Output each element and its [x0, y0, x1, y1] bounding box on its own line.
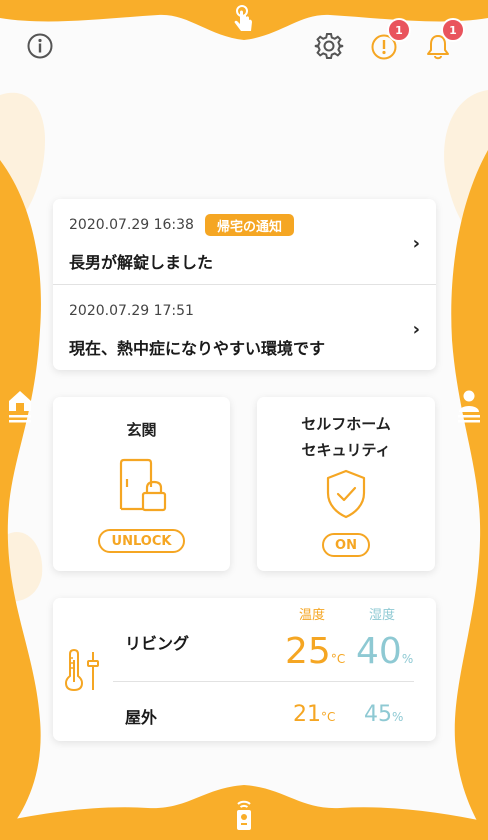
security-tile[interactable]: セルフホーム セキュリティ ON	[257, 397, 435, 571]
room-name: 屋外	[125, 708, 158, 727]
room-name: リビング	[125, 634, 190, 653]
gear-icon[interactable]	[314, 31, 344, 61]
humidity-value: 45%	[364, 702, 404, 727]
notification-date: 2020.07.29 17:51	[69, 303, 194, 319]
remote-control-tab[interactable]	[229, 797, 259, 833]
door-lock-icon	[119, 458, 167, 512]
bell-badge: 1	[441, 18, 465, 42]
chevron-right-icon: ›	[412, 319, 420, 340]
temperature-value: 25°C	[285, 631, 346, 672]
door-status-button[interactable]: UNLOCK	[98, 529, 185, 553]
notifications-card: 2020.07.29 16:38 帰宅の通知 長男が解錠しました › 2020.…	[53, 199, 436, 370]
humidity-value: 40%	[356, 631, 414, 672]
temperature-header: 温度	[299, 608, 326, 623]
person-tab[interactable]	[454, 388, 484, 428]
climate-card[interactable]: 温度 湿度 リビング 25°C 40% 屋外 21°C 45%	[53, 598, 436, 741]
security-title-line2: セキュリティ	[301, 441, 391, 459]
security-title-line1: セルフホーム	[301, 415, 391, 433]
notification-tag: 帰宅の通知	[205, 214, 295, 236]
notification-date: 2020.07.29 16:38	[69, 217, 194, 233]
thermometer-icon	[65, 648, 99, 692]
divider	[113, 681, 414, 682]
home-tab[interactable]	[5, 388, 35, 428]
tap-hand-icon[interactable]	[229, 4, 259, 34]
notification-row[interactable]: 2020.07.29 16:38 帰宅の通知 長男が解錠しました ›	[53, 199, 436, 284]
alert-badge: 1	[387, 18, 411, 42]
notification-text: 現在、熱中症になりやすい環境です	[69, 339, 326, 358]
door-tile[interactable]: 玄関 UNLOCK	[53, 397, 230, 571]
info-icon[interactable]	[25, 31, 55, 61]
temperature-value: 21°C	[293, 702, 336, 727]
notification-row[interactable]: 2020.07.29 17:51 現在、熱中症になりやすい環境です ›	[53, 285, 436, 370]
notification-text: 長男が解錠しました	[69, 253, 214, 272]
door-title: 玄関	[126, 421, 157, 439]
bell-button[interactable]: 1	[423, 18, 465, 62]
home-icon	[9, 391, 31, 423]
remote-control-icon	[237, 800, 251, 830]
humidity-header: 湿度	[369, 608, 396, 623]
alert-button[interactable]: 1	[369, 18, 411, 62]
chevron-right-icon: ›	[412, 233, 420, 254]
shield-check-icon	[326, 469, 366, 519]
person-icon	[458, 390, 480, 423]
security-status-button[interactable]: ON	[322, 533, 370, 557]
